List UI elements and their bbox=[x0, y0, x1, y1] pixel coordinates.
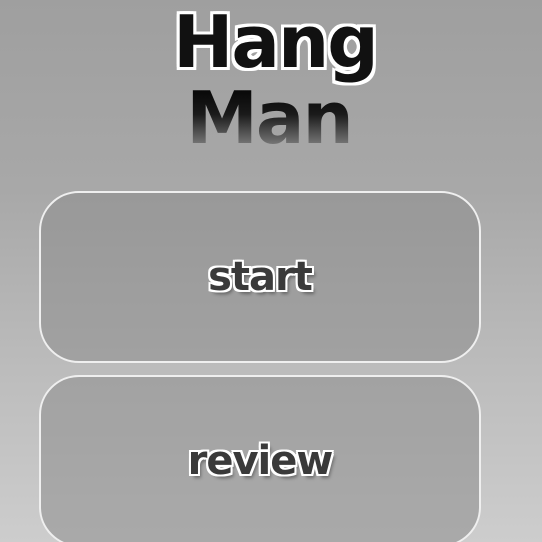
start-button[interactable]: start bbox=[39, 191, 481, 363]
review-button[interactable]: review bbox=[39, 375, 481, 542]
logo-title-man: Man bbox=[0, 80, 542, 156]
logo-title-hang: Hang bbox=[173, 0, 379, 84]
start-button-label: start bbox=[208, 254, 313, 300]
review-button-label: review bbox=[187, 438, 334, 484]
game-logo: Hang Man bbox=[0, 4, 542, 156]
